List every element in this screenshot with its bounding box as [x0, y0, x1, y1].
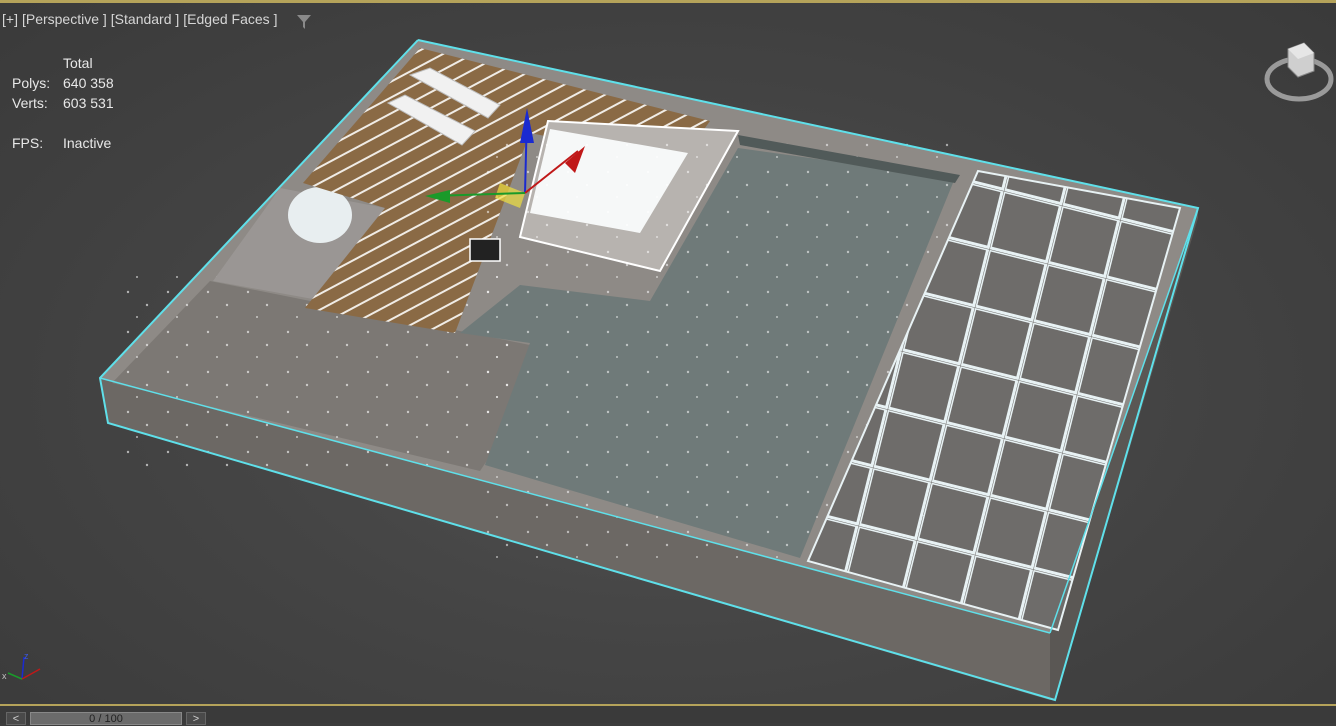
fps-value: Inactive — [63, 135, 112, 151]
timeline-next-button[interactable]: > — [186, 712, 206, 725]
polys-label: Polys: — [12, 75, 51, 91]
perspective-viewport[interactable]: [+] [Perspective ] [Standard ] [Edged Faces… — [0, 0, 1336, 704]
viewport-menu-standard[interactable]: [Standard ] — [111, 11, 180, 27]
tripod-z-label: z — [24, 651, 29, 661]
timeline-prev-button[interactable]: < — [6, 712, 26, 725]
funnel-icon[interactable] — [297, 15, 311, 29]
stats-total-header: Total — [63, 55, 93, 71]
viewport-menu-perspective[interactable]: [Perspective ] — [22, 11, 107, 27]
verts-value: 603 531 — [63, 95, 114, 111]
viewport-label[interactable]: [+] [Perspective ] [Standard ] [Edged Faces… — [2, 11, 281, 27]
polys-value: 640 358 — [63, 75, 114, 91]
viewport-menu-plus[interactable]: [+] — [2, 11, 18, 27]
viewport-menu-edged-faces[interactable]: [Edged Faces ] — [183, 11, 277, 27]
tripod-x-label: x — [2, 671, 7, 681]
statistics-overlay: Total Polys: 640 358 Verts: 603 531 FPS: In… — [12, 53, 114, 153]
scene-render[interactable] — [0, 3, 1336, 707]
fps-label: FPS: — [12, 135, 44, 151]
shrub — [288, 187, 352, 243]
viewcube-icon[interactable] — [1262, 37, 1336, 107]
small-chair — [469, 238, 501, 262]
axis-tripod-icon: z x — [2, 651, 41, 681]
verts-label: Verts: — [12, 95, 48, 111]
time-slider-thumb[interactable]: 0 / 100 — [30, 712, 182, 725]
time-slider-bar[interactable]: < 0 / 100 > — [0, 704, 1336, 725]
